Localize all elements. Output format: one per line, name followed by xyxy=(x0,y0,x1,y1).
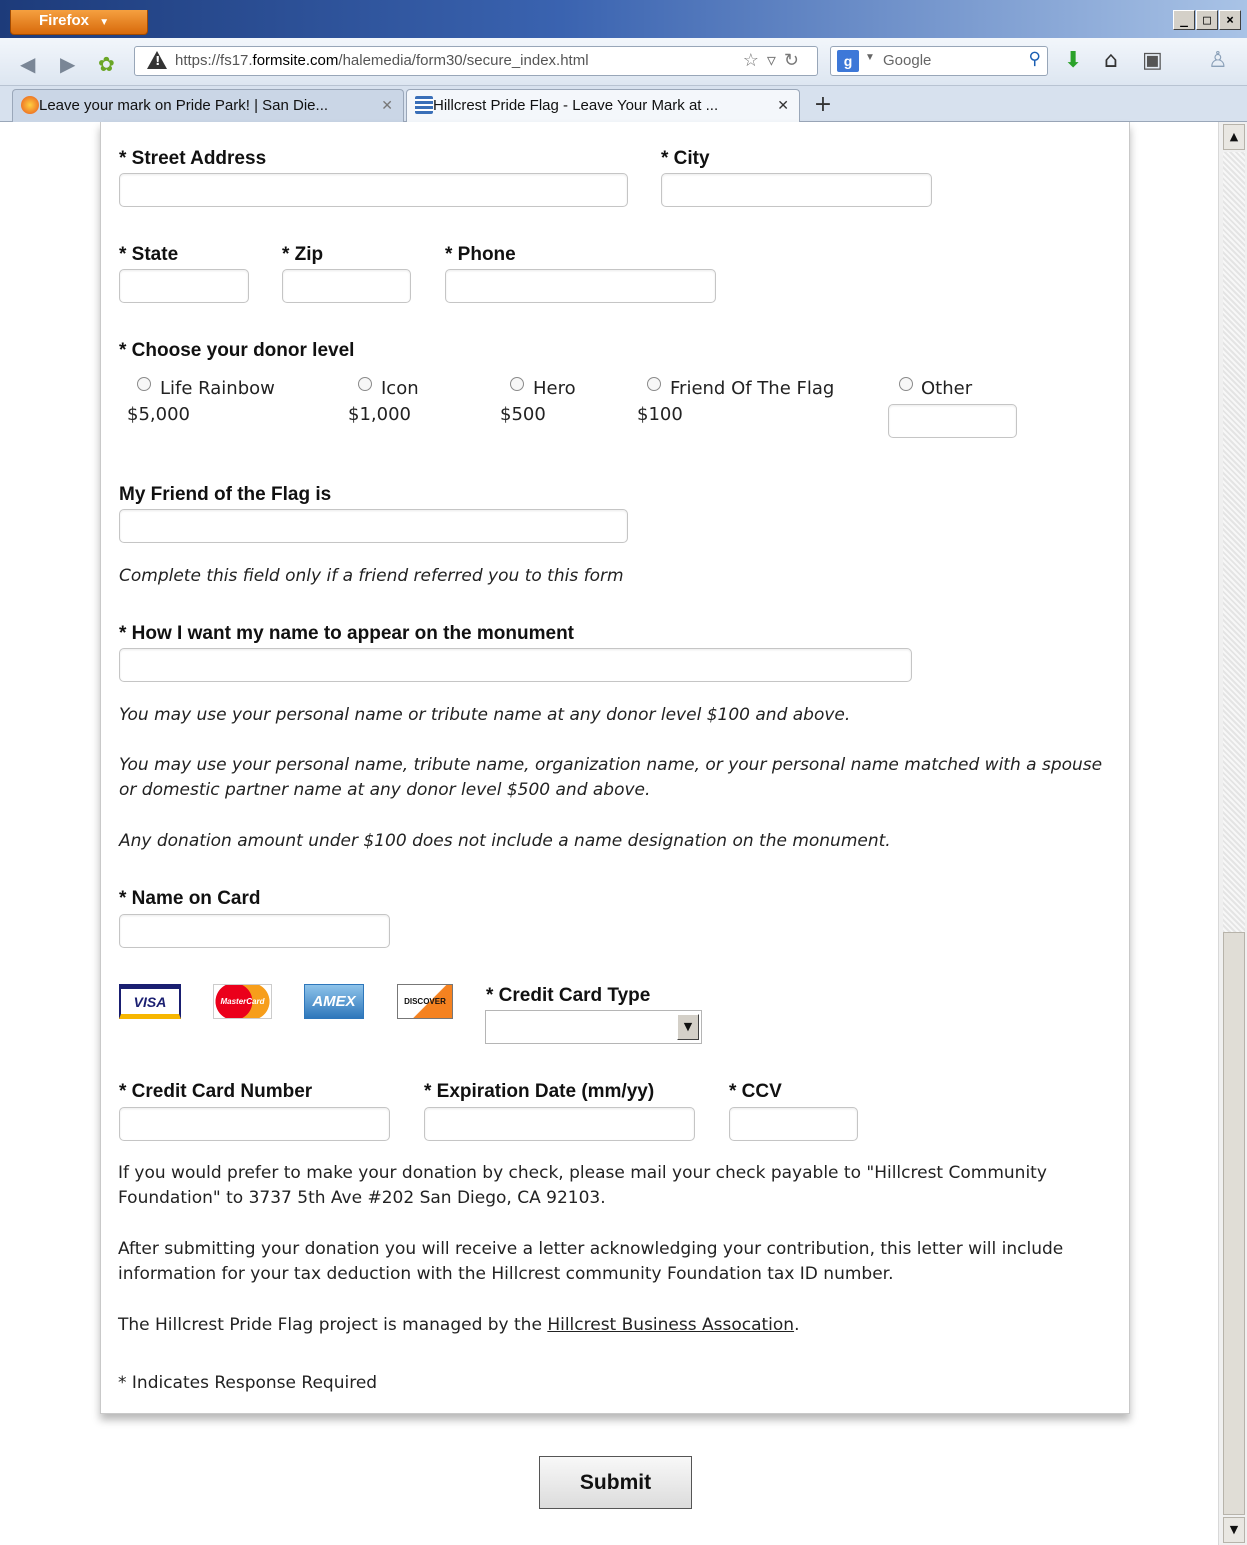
other-amount-input[interactable] xyxy=(888,404,1017,438)
monument-help-text: or domestic partner name at any donor le… xyxy=(119,780,651,800)
phone-input[interactable] xyxy=(445,269,716,303)
url-bar[interactable]: https://fs17.formsite.com/halemedia/form… xyxy=(134,46,818,76)
search-engine-label: Google xyxy=(883,52,932,69)
warning-icon xyxy=(147,51,167,69)
street-address-input[interactable] xyxy=(119,173,628,207)
donor-level-name: Friend Of The Flag xyxy=(670,378,835,399)
scroll-down-arrow-icon[interactable]: ▼ xyxy=(1223,1517,1245,1543)
google-icon[interactable]: g xyxy=(837,50,859,72)
monument-help-text: You may use your personal name or tribut… xyxy=(119,705,851,725)
scrollbar-thumb[interactable] xyxy=(1223,932,1245,1515)
credit-card-number-label: * Credit Card Number xyxy=(119,1081,313,1102)
donor-level-radio-life-rainbow[interactable] xyxy=(137,377,151,391)
donor-level-radio-other[interactable] xyxy=(899,377,913,391)
tab-favicon-icon xyxy=(415,96,433,114)
bookmark-star-icon[interactable]: ☆▿↻ xyxy=(743,50,807,71)
donor-level-name: Hero xyxy=(533,378,576,399)
managed-by-info: The Hillcrest Pride Flag project is mana… xyxy=(118,1315,800,1335)
back-arrow-icon[interactable]: ◀ xyxy=(20,52,35,76)
donor-level-label: * Choose your donor level xyxy=(119,340,355,361)
state-label: * State xyxy=(119,244,179,265)
street-address-label: * Street Address xyxy=(119,148,267,169)
credit-card-number-input[interactable] xyxy=(119,1107,390,1141)
firefox-menu-button[interactable]: Firefox ▼ xyxy=(10,10,148,35)
donor-level-name: Icon xyxy=(381,378,419,399)
zip-label: * Zip xyxy=(282,244,324,265)
expiration-date-label: * Expiration Date (mm/yy) xyxy=(424,1081,655,1102)
monument-help-text: You may use your personal name, tribute … xyxy=(119,755,1103,775)
name-on-card-label: * Name on Card xyxy=(119,888,261,909)
mastercard-logo: MasterCard xyxy=(213,984,272,1019)
required-note: * Indicates Response Required xyxy=(118,1373,378,1393)
submit-button[interactable]: Submit xyxy=(539,1456,692,1509)
page-viewport: * Street Address * City * State * Zip * … xyxy=(0,122,1218,1545)
search-bar[interactable]: g ▼ Google ⚲ xyxy=(830,46,1048,76)
minimize-button[interactable]: _ xyxy=(1173,10,1195,30)
addon-icon[interactable]: ✿ xyxy=(98,52,115,76)
discover-logo: DISCOVER xyxy=(397,984,453,1019)
donor-level-amount: $5,000 xyxy=(127,404,190,425)
download-icon[interactable]: ⬇ xyxy=(1064,48,1082,73)
maximize-button[interactable]: □ xyxy=(1196,10,1218,30)
check-payment-info: If you would prefer to make your donatio… xyxy=(118,1163,1047,1208)
friend-of-flag-input[interactable] xyxy=(119,509,628,543)
donor-level-radio-friend-of-the-flag[interactable] xyxy=(647,377,661,391)
credit-card-type-select[interactable]: ▼ xyxy=(485,1010,702,1044)
state-input[interactable] xyxy=(119,269,249,303)
tab-pride-park[interactable]: Leave your mark on Pride Park! | San Die… xyxy=(12,89,404,122)
tab-hillcrest-pride-flag[interactable]: Hillcrest Pride Flag - Leave Your Mark a… xyxy=(406,89,800,122)
donor-level-amount: $500 xyxy=(500,404,546,425)
monument-help-text: Any donation amount under $100 does not … xyxy=(119,831,891,851)
ccv-label: * CCV xyxy=(729,1081,782,1102)
tab-bar: Leave your mark on Pride Park! | San Die… xyxy=(0,86,1247,122)
city-input[interactable] xyxy=(661,173,932,207)
friend-of-flag-label: My Friend of the Flag is xyxy=(119,484,332,505)
tab-favicon-icon xyxy=(21,96,39,114)
chevron-down-icon: ▼ xyxy=(865,52,875,63)
close-tab-icon[interactable]: ✕ xyxy=(381,97,393,114)
vertical-scrollbar[interactable]: ▲ ▼ xyxy=(1218,122,1247,1545)
window-titlebar: Firefox ▼ _ □ × xyxy=(0,0,1247,38)
forward-arrow-icon[interactable]: ▶ xyxy=(60,52,75,76)
name-on-card-input[interactable] xyxy=(119,914,390,948)
city-label: * City xyxy=(661,148,710,169)
url-text: https://fs17.formsite.com/halemedia/form… xyxy=(175,52,589,69)
ccv-input[interactable] xyxy=(729,1107,858,1141)
bookmarks-icon[interactable]: ▣ xyxy=(1142,48,1163,73)
credit-card-type-label: * Credit Card Type xyxy=(486,985,651,1006)
close-window-button[interactable]: × xyxy=(1219,10,1241,30)
hillcrest-business-association-link[interactable]: Hillcrest Business Assocation xyxy=(547,1315,794,1335)
donor-level-amount: $100 xyxy=(637,404,683,425)
zip-input[interactable] xyxy=(282,269,411,303)
close-tab-icon[interactable]: ✕ xyxy=(777,97,789,114)
acknowledgement-info: After submitting your donation you will … xyxy=(118,1239,1064,1284)
chevron-down-icon[interactable]: ▼ xyxy=(677,1014,699,1040)
amex-logo: AMEX xyxy=(304,984,364,1019)
donor-level-radio-hero[interactable] xyxy=(510,377,524,391)
donor-level-name: Life Rainbow xyxy=(160,378,275,399)
expiration-date-input[interactable] xyxy=(424,1107,695,1141)
navigation-toolbar: ◀ ▶ ✿ https://fs17.formsite.com/halemedi… xyxy=(0,38,1247,86)
new-tab-button[interactable]: + xyxy=(808,92,838,120)
tab-title: Hillcrest Pride Flag - Leave Your Mark a… xyxy=(433,97,719,114)
tab-title: Leave your mark on Pride Park! | San Die… xyxy=(39,97,329,114)
donor-level-name: Other xyxy=(921,378,973,399)
donor-level-amount: $1,000 xyxy=(348,404,411,425)
home-icon[interactable]: ⌂ xyxy=(1104,48,1118,73)
phone-label: * Phone xyxy=(445,244,516,265)
monument-name-input[interactable] xyxy=(119,648,912,682)
firefox-menu-label: Firefox xyxy=(39,12,90,29)
window-controls: _ □ × xyxy=(1173,10,1241,30)
chevron-down-icon: ▼ xyxy=(99,17,110,28)
search-icon[interactable]: ⚲ xyxy=(1029,49,1041,69)
visa-logo: VISA xyxy=(119,984,181,1019)
extension-icon[interactable]: ♙ xyxy=(1208,48,1228,73)
monument-name-label: * How I want my name to appear on the mo… xyxy=(119,623,574,644)
scroll-up-arrow-icon[interactable]: ▲ xyxy=(1223,124,1245,150)
friend-of-flag-help-text: Complete this field only if a friend ref… xyxy=(119,566,624,586)
donor-level-radio-icon[interactable] xyxy=(358,377,372,391)
